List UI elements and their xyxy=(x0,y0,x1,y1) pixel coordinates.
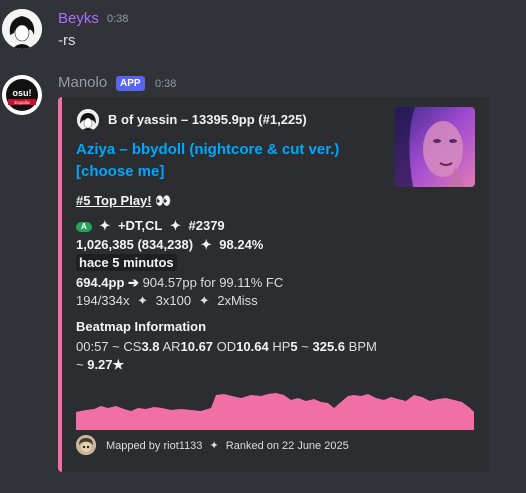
stars-line: ~ 9.27★ xyxy=(76,357,124,373)
star-rating: 9.27★ xyxy=(87,357,125,372)
beatmap-stats-line: 00:57 ~ CS3.8 AR10.67 OD10.64 HP5 ~ 325.… xyxy=(76,339,377,354)
ranked-on-text: Ranked on 22 June 2025 xyxy=(225,440,349,452)
timestamp: 0:38 xyxy=(155,78,177,90)
hits100-text: 3x100 xyxy=(155,293,192,308)
hits-line: 194/334x ✦ 3x100 ✦ 2xMiss xyxy=(76,293,258,309)
sparkle-icon: ✦ xyxy=(99,218,111,233)
accuracy-text: 98.24% xyxy=(219,237,264,252)
time-ago: hace 5 minutos xyxy=(76,254,177,271)
od-value: 10.64 xyxy=(236,339,269,354)
mods-line: A ✦ +DT,CL ✦ #2379 xyxy=(76,218,225,234)
beatmap-thumbnail[interactable] xyxy=(395,107,475,187)
embed-author[interactable]: B of yassin – 13395.9pp (#1,225) xyxy=(108,112,307,127)
beatmap-info-header: Beatmap Information xyxy=(76,319,207,334)
score-text: 1,026,385 (834,238) xyxy=(76,237,194,252)
pp-line: 694.4pp ➔ 904.57pp for 99.11% FC xyxy=(76,275,283,291)
mapped-by-text: Mapped by riot1133 xyxy=(106,440,203,452)
embed-title-difficulty[interactable]: [choose me] xyxy=(76,163,164,180)
cs-value: 3.8 xyxy=(141,339,160,354)
embed-title[interactable]: Aziya – bbydoll (nightcore & cut ver.) xyxy=(76,141,339,158)
timestamp: 0:38 xyxy=(107,13,129,25)
embed-footer: Mapped by riot1133 ✦ Ranked on 22 June 2… xyxy=(106,439,349,452)
misses-text: 2xMiss xyxy=(217,293,258,308)
sparkle-icon: ✦ xyxy=(209,440,219,452)
bpm-label: BPM xyxy=(348,339,377,354)
message-content: -rs xyxy=(58,32,76,49)
avatar-manolo[interactable]: osu! España xyxy=(2,75,42,115)
top-play-line: #5 Top Play! 👀 xyxy=(76,193,171,209)
bm-length: 00:57 xyxy=(76,339,109,354)
tilde: ~ xyxy=(112,339,120,354)
mods-text: +DT,CL xyxy=(117,218,163,233)
score-line: 1,026,385 (834,238) ✦ 98.24% xyxy=(76,237,263,253)
hp-label: HP xyxy=(272,339,291,354)
bpm-value: 325.6 xyxy=(312,339,346,354)
mapper-avatar[interactable] xyxy=(76,435,96,455)
avatar-beyks[interactable] xyxy=(2,9,42,49)
sparkle-icon: ✦ xyxy=(200,237,212,252)
arrow-icon: ➔ xyxy=(128,275,139,290)
tilde: ~ xyxy=(301,339,309,354)
fc-pp-text: 904.57pp for 99.11% FC xyxy=(142,275,284,290)
svg-text:osu!: osu! xyxy=(13,88,32,98)
author-name[interactable]: Manolo xyxy=(58,74,107,91)
sparkle-icon: ✦ xyxy=(169,218,181,233)
app-badge: APP xyxy=(116,76,145,91)
sparkle-icon: ✦ xyxy=(137,293,149,308)
ar-value: 10.67 xyxy=(180,339,214,354)
grade-badge: A xyxy=(76,221,92,232)
eyes-emoji: 👀 xyxy=(155,193,172,208)
author-name[interactable]: Beyks xyxy=(58,10,99,27)
top-play-text: #5 Top Play! xyxy=(76,193,152,208)
score-embed: B of yassin – 13395.9pp (#1,225) Aziya –… xyxy=(58,97,489,472)
cs-label: CS xyxy=(123,339,142,354)
ar-label: AR xyxy=(162,339,181,354)
od-label: OD xyxy=(216,339,237,354)
strain-graph[interactable] xyxy=(76,390,474,430)
svg-text:España: España xyxy=(14,100,30,105)
sparkle-icon: ✦ xyxy=(198,293,210,308)
combo-text: 194/334x xyxy=(76,293,130,308)
hp-value: 5 xyxy=(290,339,298,354)
message-beyks: Beyks 0:38 -rs xyxy=(0,0,526,60)
tilde: ~ xyxy=(76,357,84,372)
pp-value: 694.4pp xyxy=(76,275,125,290)
rank-text: #2379 xyxy=(188,218,225,233)
ago-line: hace 5 minutos xyxy=(76,254,177,271)
embed-author-avatar[interactable] xyxy=(77,109,99,131)
